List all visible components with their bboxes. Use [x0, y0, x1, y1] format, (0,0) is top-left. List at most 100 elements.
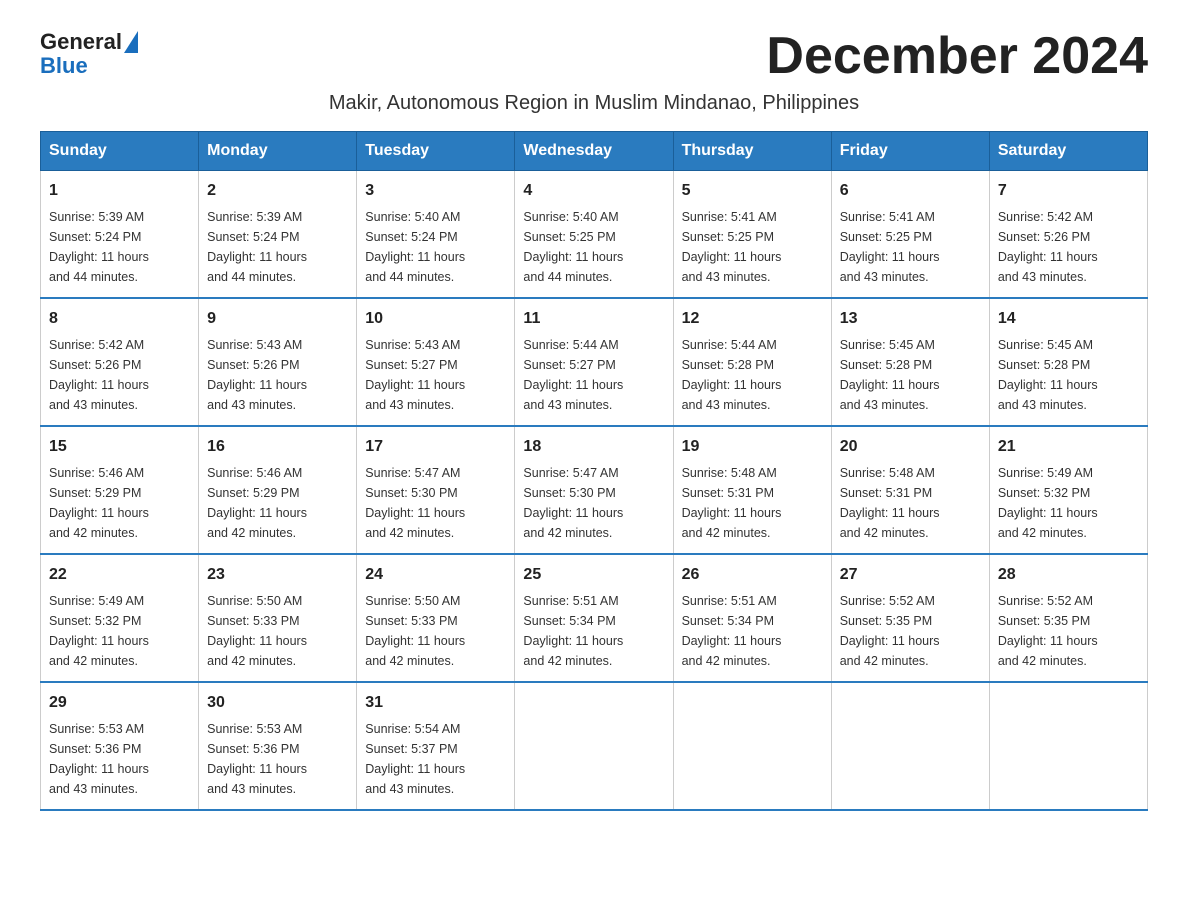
day-info: Sunrise: 5:49 AMSunset: 5:32 PMDaylight:…	[998, 463, 1139, 543]
calendar-header-row: SundayMondayTuesdayWednesdayThursdayFrid…	[41, 132, 1148, 171]
logo-triangle-icon	[124, 31, 138, 53]
day-number: 30	[207, 691, 348, 715]
day-info: Sunrise: 5:48 AMSunset: 5:31 PMDaylight:…	[682, 463, 823, 543]
day-info: Sunrise: 5:42 AMSunset: 5:26 PMDaylight:…	[998, 207, 1139, 287]
calendar-cell: 25Sunrise: 5:51 AMSunset: 5:34 PMDayligh…	[515, 554, 673, 682]
header-day-friday: Friday	[831, 132, 989, 171]
header-day-sunday: Sunday	[41, 132, 199, 171]
calendar-subtitle: Makir, Autonomous Region in Muslim Minda…	[40, 92, 1148, 115]
day-number: 16	[207, 435, 348, 459]
day-number: 4	[523, 179, 664, 203]
calendar-cell: 19 Sunrise: 5:48 AMSunset: 5:31 PMDayligh…	[673, 426, 831, 554]
calendar-cell	[831, 682, 989, 810]
day-number: 14	[998, 307, 1139, 331]
calendar-cell	[673, 682, 831, 810]
day-number: 23	[207, 563, 348, 587]
calendar-cell: 31Sunrise: 5:54 AMSunset: 5:37 PMDayligh…	[357, 682, 515, 810]
header-day-saturday: Saturday	[989, 132, 1147, 171]
day-number: 27	[840, 563, 981, 587]
calendar-week-row: 22 Sunrise: 5:49 AMSunset: 5:32 PMDayligh…	[41, 554, 1148, 682]
day-info: Sunrise: 5:43 AMSunset: 5:27 PMDaylight:…	[365, 335, 506, 415]
day-info: Sunrise: 5:51 AMSunset: 5:34 PMDaylight:…	[682, 591, 823, 671]
day-number: 3	[365, 179, 506, 203]
day-info: Sunrise: 5:39 AMSunset: 5:24 PMDaylight:…	[207, 207, 348, 287]
day-info: Sunrise: 5:54 AMSunset: 5:37 PMDaylight:…	[365, 719, 506, 799]
day-info: Sunrise: 5:43 AMSunset: 5:26 PMDaylight:…	[207, 335, 348, 415]
calendar-table: SundayMondayTuesdayWednesdayThursdayFrid…	[40, 131, 1148, 811]
calendar-cell: 6 Sunrise: 5:41 AMSunset: 5:25 PMDaylight…	[831, 171, 989, 299]
day-info: Sunrise: 5:51 AMSunset: 5:34 PMDaylight:…	[523, 591, 664, 671]
calendar-cell: 5 Sunrise: 5:41 AMSunset: 5:25 PMDaylight…	[673, 171, 831, 299]
day-info: Sunrise: 5:39 AMSunset: 5:24 PMDaylight:…	[49, 207, 190, 287]
day-info: Sunrise: 5:50 AMSunset: 5:33 PMDaylight:…	[365, 591, 506, 671]
day-number: 5	[682, 179, 823, 203]
day-info: Sunrise: 5:45 AMSunset: 5:28 PMDaylight:…	[998, 335, 1139, 415]
calendar-cell: 18 Sunrise: 5:47 AMSunset: 5:30 PMDayligh…	[515, 426, 673, 554]
calendar-week-row: 8 Sunrise: 5:42 AMSunset: 5:26 PMDaylight…	[41, 298, 1148, 426]
calendar-cell: 27Sunrise: 5:52 AMSunset: 5:35 PMDayligh…	[831, 554, 989, 682]
calendar-cell: 15Sunrise: 5:46 AMSunset: 5:29 PMDayligh…	[41, 426, 199, 554]
calendar-cell: 4 Sunrise: 5:40 AMSunset: 5:25 PMDaylight…	[515, 171, 673, 299]
day-info: Sunrise: 5:45 AMSunset: 5:28 PMDaylight:…	[840, 335, 981, 415]
calendar-cell: 28Sunrise: 5:52 AMSunset: 5:35 PMDayligh…	[989, 554, 1147, 682]
month-title: December 2024	[766, 30, 1148, 82]
day-info: Sunrise: 5:53 AMSunset: 5:36 PMDaylight:…	[207, 719, 348, 799]
calendar-cell: 22 Sunrise: 5:49 AMSunset: 5:32 PMDayligh…	[41, 554, 199, 682]
calendar-cell: 23Sunrise: 5:50 AMSunset: 5:33 PMDayligh…	[199, 554, 357, 682]
calendar-cell: 24 Sunrise: 5:50 AMSunset: 5:33 PMDayligh…	[357, 554, 515, 682]
calendar-cell: 21 Sunrise: 5:49 AMSunset: 5:32 PMDayligh…	[989, 426, 1147, 554]
calendar-week-row: 29Sunrise: 5:53 AMSunset: 5:36 PMDayligh…	[41, 682, 1148, 810]
logo-text-blue: Blue	[40, 53, 88, 78]
day-info: Sunrise: 5:40 AMSunset: 5:24 PMDaylight:…	[365, 207, 506, 287]
day-info: Sunrise: 5:42 AMSunset: 5:26 PMDaylight:…	[49, 335, 190, 415]
day-number: 19	[682, 435, 823, 459]
logo: General Blue	[40, 30, 138, 78]
calendar-cell: 17 Sunrise: 5:47 AMSunset: 5:30 PMDayligh…	[357, 426, 515, 554]
day-info: Sunrise: 5:41 AMSunset: 5:25 PMDaylight:…	[840, 207, 981, 287]
day-number: 17	[365, 435, 506, 459]
calendar-cell: 26 Sunrise: 5:51 AMSunset: 5:34 PMDayligh…	[673, 554, 831, 682]
calendar-cell: 16 Sunrise: 5:46 AMSunset: 5:29 PMDayligh…	[199, 426, 357, 554]
calendar-cell: 9Sunrise: 5:43 AMSunset: 5:26 PMDaylight…	[199, 298, 357, 426]
calendar-cell: 2 Sunrise: 5:39 AMSunset: 5:24 PMDaylight…	[199, 171, 357, 299]
day-info: Sunrise: 5:49 AMSunset: 5:32 PMDaylight:…	[49, 591, 190, 671]
calendar-cell: 29Sunrise: 5:53 AMSunset: 5:36 PMDayligh…	[41, 682, 199, 810]
calendar-cell	[989, 682, 1147, 810]
calendar-cell: 20 Sunrise: 5:48 AMSunset: 5:31 PMDayligh…	[831, 426, 989, 554]
day-number: 21	[998, 435, 1139, 459]
day-number: 6	[840, 179, 981, 203]
calendar-cell: 30 Sunrise: 5:53 AMSunset: 5:36 PMDayligh…	[199, 682, 357, 810]
day-number: 10	[365, 307, 506, 331]
day-info: Sunrise: 5:40 AMSunset: 5:25 PMDaylight:…	[523, 207, 664, 287]
day-info: Sunrise: 5:48 AMSunset: 5:31 PMDaylight:…	[840, 463, 981, 543]
calendar-cell: 12 Sunrise: 5:44 AMSunset: 5:28 PMDayligh…	[673, 298, 831, 426]
day-number: 8	[49, 307, 190, 331]
calendar-week-row: 1Sunrise: 5:39 AMSunset: 5:24 PMDaylight…	[41, 171, 1148, 299]
day-info: Sunrise: 5:44 AMSunset: 5:28 PMDaylight:…	[682, 335, 823, 415]
day-info: Sunrise: 5:44 AMSunset: 5:27 PMDaylight:…	[523, 335, 664, 415]
calendar-cell: 14 Sunrise: 5:45 AMSunset: 5:28 PMDayligh…	[989, 298, 1147, 426]
day-info: Sunrise: 5:41 AMSunset: 5:25 PMDaylight:…	[682, 207, 823, 287]
day-info: Sunrise: 5:47 AMSunset: 5:30 PMDaylight:…	[523, 463, 664, 543]
day-number: 12	[682, 307, 823, 331]
day-info: Sunrise: 5:46 AMSunset: 5:29 PMDaylight:…	[207, 463, 348, 543]
calendar-week-row: 15Sunrise: 5:46 AMSunset: 5:29 PMDayligh…	[41, 426, 1148, 554]
header-day-monday: Monday	[199, 132, 357, 171]
header-day-tuesday: Tuesday	[357, 132, 515, 171]
day-number: 2	[207, 179, 348, 203]
day-info: Sunrise: 5:53 AMSunset: 5:36 PMDaylight:…	[49, 719, 190, 799]
day-info: Sunrise: 5:46 AMSunset: 5:29 PMDaylight:…	[49, 463, 190, 543]
day-number: 20	[840, 435, 981, 459]
header-day-wednesday: Wednesday	[515, 132, 673, 171]
calendar-cell	[515, 682, 673, 810]
calendar-cell: 1Sunrise: 5:39 AMSunset: 5:24 PMDaylight…	[41, 171, 199, 299]
day-number: 22	[49, 563, 190, 587]
day-number: 24	[365, 563, 506, 587]
calendar-cell: 10 Sunrise: 5:43 AMSunset: 5:27 PMDayligh…	[357, 298, 515, 426]
day-number: 26	[682, 563, 823, 587]
page-header: General Blue December 2024	[40, 30, 1148, 82]
day-number: 28	[998, 563, 1139, 587]
day-number: 18	[523, 435, 664, 459]
calendar-cell: 13Sunrise: 5:45 AMSunset: 5:28 PMDayligh…	[831, 298, 989, 426]
day-info: Sunrise: 5:47 AMSunset: 5:30 PMDaylight:…	[365, 463, 506, 543]
